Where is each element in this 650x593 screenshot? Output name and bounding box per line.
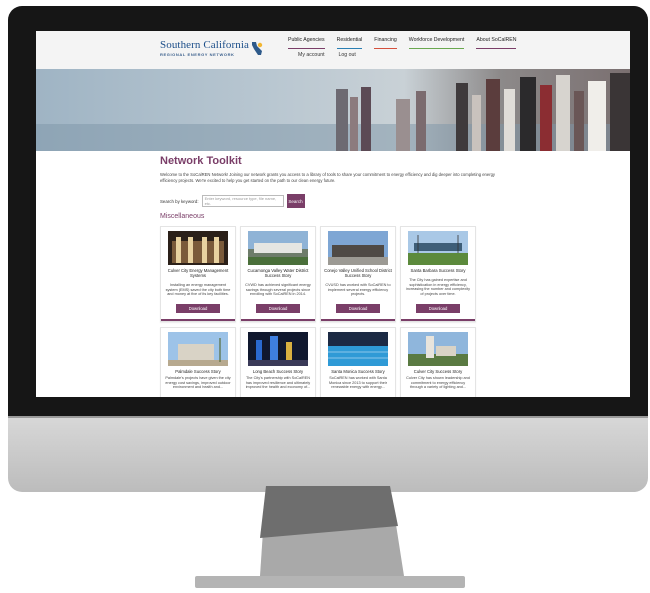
nav-financing[interactable]: Financing (374, 37, 397, 49)
card-title: Cucamonga Valley Water District Success … (247, 268, 309, 278)
card-title: Culver City Success Story (413, 369, 463, 374)
card-thumbnail (328, 332, 388, 366)
california-logo-icon (252, 42, 263, 55)
browser-viewport: Southern California REGIONAL ENERGY NETW… (36, 31, 630, 397)
download-button[interactable]: Download (176, 304, 220, 313)
resource-card: Santa Barbara Success Story The City has… (400, 226, 476, 322)
card-description: SoCalREN has worked with Santa Monica si… (328, 376, 388, 390)
card-accent-bar (161, 319, 235, 321)
site-header: Southern California REGIONAL ENERGY NETW… (36, 31, 630, 70)
site-logo[interactable]: Southern California REGIONAL ENERGY NETW… (160, 39, 263, 57)
my-account-link[interactable]: My account (298, 52, 325, 58)
monitor-stand (260, 486, 404, 576)
download-button[interactable]: Download (336, 304, 380, 313)
card-title: Conejo Valley Unified School District Su… (324, 268, 392, 278)
page-title: Network Toolkit (160, 155, 242, 167)
card-description: Installing an energy management system (… (165, 283, 231, 297)
resource-card: Cucamonga Valley Water District Success … (240, 226, 316, 322)
card-thumbnail (408, 231, 468, 265)
keyword-search: Search by keyword: Enter keyword, resour… (160, 194, 305, 208)
download-button[interactable]: Download (256, 304, 300, 313)
resource-card: Culver City Energy Management Systems In… (160, 226, 236, 322)
logout-link[interactable]: Log out (339, 52, 356, 58)
card-title: Long Beach Success Story (252, 369, 304, 374)
hero-banner-image (36, 69, 630, 151)
bookshelf-photo (36, 73, 630, 151)
nav-public-agencies[interactable]: Public Agencies (288, 37, 325, 49)
logo-tagline: REGIONAL ENERGY NETWORK (160, 52, 235, 57)
account-nav: My account Log out (298, 52, 356, 58)
card-title: Culver City Energy Management Systems (167, 268, 229, 278)
download-button[interactable]: Download (416, 304, 460, 313)
card-thumbnail (408, 332, 468, 366)
card-thumbnail (248, 231, 308, 265)
search-button[interactable]: Search (286, 194, 305, 208)
nav-workforce-development[interactable]: Workforce Development (408, 37, 465, 49)
card-description: The City has gained expertise and sophis… (406, 278, 470, 296)
card-accent-bar (241, 319, 315, 321)
monitor-chin-divider (8, 416, 648, 418)
card-title: Santa Monica Success Story (331, 369, 385, 374)
card-description: CVUSD has worked with SoCalREN to implem… (325, 283, 391, 297)
card-title: Santa Barbara Success Story (410, 268, 466, 273)
nav-residential[interactable]: Residential (336, 37, 363, 49)
resource-card: Conejo Valley Unified School District Su… (320, 226, 396, 322)
card-accent-bar (401, 319, 475, 321)
card-description: Palmdale's projects have given the city … (165, 376, 231, 390)
page-content: Network Toolkit Welcome to the SoCalREN … (160, 155, 510, 183)
resource-card: Santa Monica Success Story SoCalREN has … (320, 327, 396, 397)
card-thumbnail (168, 332, 228, 366)
card-thumbnail (248, 332, 308, 366)
resource-card: Palmdale Success Story Palmdale's projec… (160, 327, 236, 397)
monitor-chin (8, 416, 648, 492)
main-nav: Public Agencies Residential Financing Wo… (288, 37, 517, 49)
card-thumbnail (328, 231, 388, 265)
card-description: Culver City has shown leadership and com… (406, 376, 470, 390)
search-label: Search by keyword: (160, 198, 199, 204)
card-thumbnail (168, 231, 228, 265)
resource-card: Culver City Success Story Culver City ha… (400, 327, 476, 397)
card-description: CVWD has achieved significant energy sav… (245, 283, 311, 297)
search-input[interactable]: Enter keyword, resource type, file name,… (201, 195, 284, 207)
card-description: The City's partnership with SoCalREN has… (245, 376, 311, 390)
card-accent-bar (321, 319, 395, 321)
card-title: Palmdale Success Story (175, 369, 221, 374)
resource-card: Long Beach Success Story The City's part… (240, 327, 316, 397)
nav-about[interactable]: About SoCalREN (476, 37, 517, 49)
monitor-stand-base (195, 576, 465, 588)
section-title: Miscellaneous (160, 213, 205, 220)
intro-text: Welcome to the SoCalREN Network! Joining… (160, 172, 496, 183)
logo-wordmark: Southern California (160, 39, 249, 51)
